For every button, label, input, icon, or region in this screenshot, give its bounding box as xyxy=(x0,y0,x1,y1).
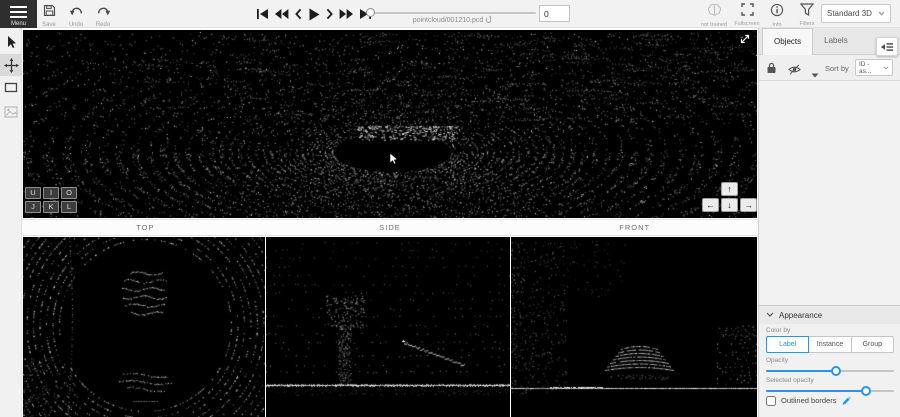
top-view-label: TOP xyxy=(23,220,268,235)
image-icon xyxy=(4,106,18,118)
move-icon xyxy=(4,58,19,73)
info-icon xyxy=(770,3,784,17)
pan-right-button[interactable]: → xyxy=(740,198,757,212)
appearance-title: Appearance xyxy=(779,311,822,320)
view-mode-value: Standard 3D xyxy=(827,9,872,18)
move-tool-button[interactable] xyxy=(0,54,22,76)
object-list-toolbar: Sort by ID - as... xyxy=(759,55,900,81)
eye-off-icon[interactable] xyxy=(788,62,801,80)
key-j-button[interactable]: J xyxy=(25,201,41,213)
selected-opacity-label: Selected opacity xyxy=(766,377,814,384)
chevron-down-icon xyxy=(878,11,885,16)
sort-value: ID - as... xyxy=(859,61,883,75)
list-collapse-icon xyxy=(880,41,894,53)
cursor-icon xyxy=(5,35,17,49)
expand-view-icon[interactable] xyxy=(739,33,751,45)
main-3d-viewport[interactable]: U I O J K L ↑ ← ↓ → xyxy=(23,30,757,218)
tab-objects[interactable]: Objects xyxy=(762,28,813,55)
filename-label: pointcloud/001210.pcd xyxy=(356,15,550,24)
chevron-down-icon xyxy=(883,66,889,70)
rectangle-icon xyxy=(4,82,18,93)
not-trained-button[interactable]: not trained xyxy=(698,1,730,27)
opacity-handle[interactable] xyxy=(831,366,841,376)
key-o-button[interactable]: O xyxy=(61,187,77,199)
front-view-canvas[interactable] xyxy=(511,237,757,417)
hamburger-icon xyxy=(10,6,27,21)
pan-up-button[interactable]: ↑ xyxy=(721,182,738,196)
fast-forward-button[interactable] xyxy=(339,8,354,20)
attachment-icon xyxy=(485,15,493,23)
fast-backward-button[interactable] xyxy=(274,8,289,20)
left-toolbar xyxy=(0,28,22,417)
key-u-button[interactable]: U xyxy=(25,187,41,199)
filters-button[interactable]: Filters xyxy=(791,1,823,27)
filter-funnel-icon xyxy=(800,3,814,16)
right-panel: Objects Labels Sort by ID - as... Appear… xyxy=(758,28,900,417)
front-view-label: FRONT xyxy=(512,220,757,235)
box-tool-button[interactable] xyxy=(0,78,22,100)
color-by-label: Color by xyxy=(766,327,790,334)
sort-dropdown[interactable]: ID - as... xyxy=(855,59,893,76)
appearance-section-header[interactable]: Appearance xyxy=(759,305,900,324)
playback-controls xyxy=(256,0,372,28)
pan-down-button[interactable]: ↓ xyxy=(721,198,738,212)
frame-number-input[interactable] xyxy=(539,5,570,22)
view-label-bar: TOP SIDE FRONT xyxy=(23,219,757,236)
object-list-empty xyxy=(759,81,900,305)
key-l-button[interactable]: L xyxy=(61,201,77,213)
key-k-button[interactable]: K xyxy=(43,201,59,213)
tab-labels[interactable]: Labels xyxy=(813,28,859,55)
pan-left-button[interactable]: ← xyxy=(702,198,719,212)
fullscreen-button[interactable]: Fullscreen xyxy=(731,1,763,27)
sort-by-label: Sort by xyxy=(825,64,849,73)
save-button[interactable]: Save xyxy=(36,1,62,27)
timeline-slider[interactable] xyxy=(370,12,536,14)
undo-button[interactable]: Undo xyxy=(63,1,89,27)
opacity-label: Opacity xyxy=(766,357,788,364)
menu-label: Menu xyxy=(0,21,37,27)
info-button[interactable]: Info xyxy=(761,1,793,27)
previous-frame-button[interactable] xyxy=(294,8,303,20)
outlined-borders-checkbox[interactable] xyxy=(766,396,776,406)
app-window: Menu Save Undo Redo pointcloud/001210.pc… xyxy=(0,0,900,417)
color-by-segmented-control: Label Instance Group xyxy=(766,336,894,353)
view-mode-dropdown[interactable]: Standard 3D xyxy=(821,4,891,23)
opacity-slider[interactable] xyxy=(766,366,894,376)
fullscreen-icon xyxy=(741,3,754,16)
image-tool-button[interactable] xyxy=(0,102,22,124)
redo-button[interactable]: Redo xyxy=(90,1,116,27)
select-tool-button[interactable] xyxy=(0,31,22,53)
main-3d-canvas[interactable] xyxy=(23,30,757,218)
edit-pen-icon[interactable] xyxy=(841,395,852,406)
save-label: Save xyxy=(36,22,62,28)
redo-icon xyxy=(96,4,111,17)
key-i-button[interactable]: I xyxy=(43,187,59,199)
fullscreen-label: Fullscreen xyxy=(731,21,763,27)
undo-label: Undo xyxy=(63,22,89,28)
color-by-option[interactable]: Instance xyxy=(809,336,851,353)
color-by-option[interactable]: Label xyxy=(766,336,809,353)
color-by-option[interactable]: Group xyxy=(852,336,894,353)
brain-icon xyxy=(706,3,723,17)
not-trained-label: not trained xyxy=(698,22,730,28)
panel-collapse-button[interactable] xyxy=(876,37,898,56)
collapse-chevron-icon xyxy=(766,312,774,317)
lock-icon[interactable] xyxy=(766,61,777,79)
top-view-canvas[interactable] xyxy=(23,237,265,417)
undo-icon xyxy=(69,4,84,17)
redo-label: Redo xyxy=(90,22,116,28)
selected-opacity-handle[interactable] xyxy=(861,386,871,396)
play-button[interactable] xyxy=(308,8,320,21)
next-frame-button[interactable] xyxy=(325,8,334,20)
outlined-borders-row: Outlined borders xyxy=(766,395,852,406)
save-icon xyxy=(43,4,56,17)
menu-button[interactable]: Menu xyxy=(0,0,37,28)
side-view-canvas[interactable] xyxy=(266,237,510,417)
skip-start-button[interactable] xyxy=(256,8,269,20)
side-view-label: SIDE xyxy=(268,220,513,235)
outlined-borders-label: Outlined borders xyxy=(781,396,836,405)
filters-label: Filters xyxy=(791,21,823,27)
